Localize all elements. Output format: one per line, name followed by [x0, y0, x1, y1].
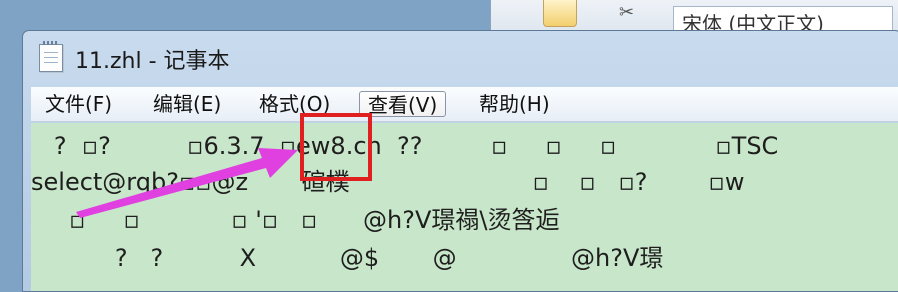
editor-line: ? ? X @$ @ @h?V璟	[31, 244, 664, 272]
title-bar[interactable]: 11.zhl - 记事本	[23, 31, 898, 83]
notepad-window: 11.zhl - 记事本 文件(F) 编辑(E) 格式(O) 查看(V) 帮助(…	[22, 30, 898, 292]
highlight-box	[300, 113, 372, 181]
window-title: 11.zhl - 记事本	[75, 49, 230, 74]
editor-line: ▫ ▫ ▫ '▫ ▫ @h?V璟禢\烫筨逅	[31, 206, 560, 234]
editor-line: ? ▫? ▫6.3.7 ▫ew8.cn ?? ▫ ▫ ▫ ▫TSC	[31, 132, 779, 160]
text-editor[interactable]: ? ▫? ▫6.3.7 ▫ew8.cn ?? ▫ ▫ ▫ ▫TSC select…	[31, 123, 898, 291]
menu-edit[interactable]: 编辑(E)	[145, 91, 229, 117]
menu-view[interactable]: 查看(V)	[359, 91, 447, 117]
paste-icon[interactable]	[543, 0, 577, 27]
menu-help[interactable]: 帮助(H)	[471, 91, 558, 117]
cut-icon[interactable]: ✂	[619, 2, 634, 23]
menu-bar: 文件(F) 编辑(E) 格式(O) 查看(V) 帮助(H)	[31, 87, 898, 122]
notepad-icon	[39, 41, 63, 72]
editor-line: select@rqb?▫▫@z 碹樸 ▫ ▫ ▫? ▫w	[31, 168, 745, 196]
menu-file[interactable]: 文件(F)	[37, 91, 120, 117]
